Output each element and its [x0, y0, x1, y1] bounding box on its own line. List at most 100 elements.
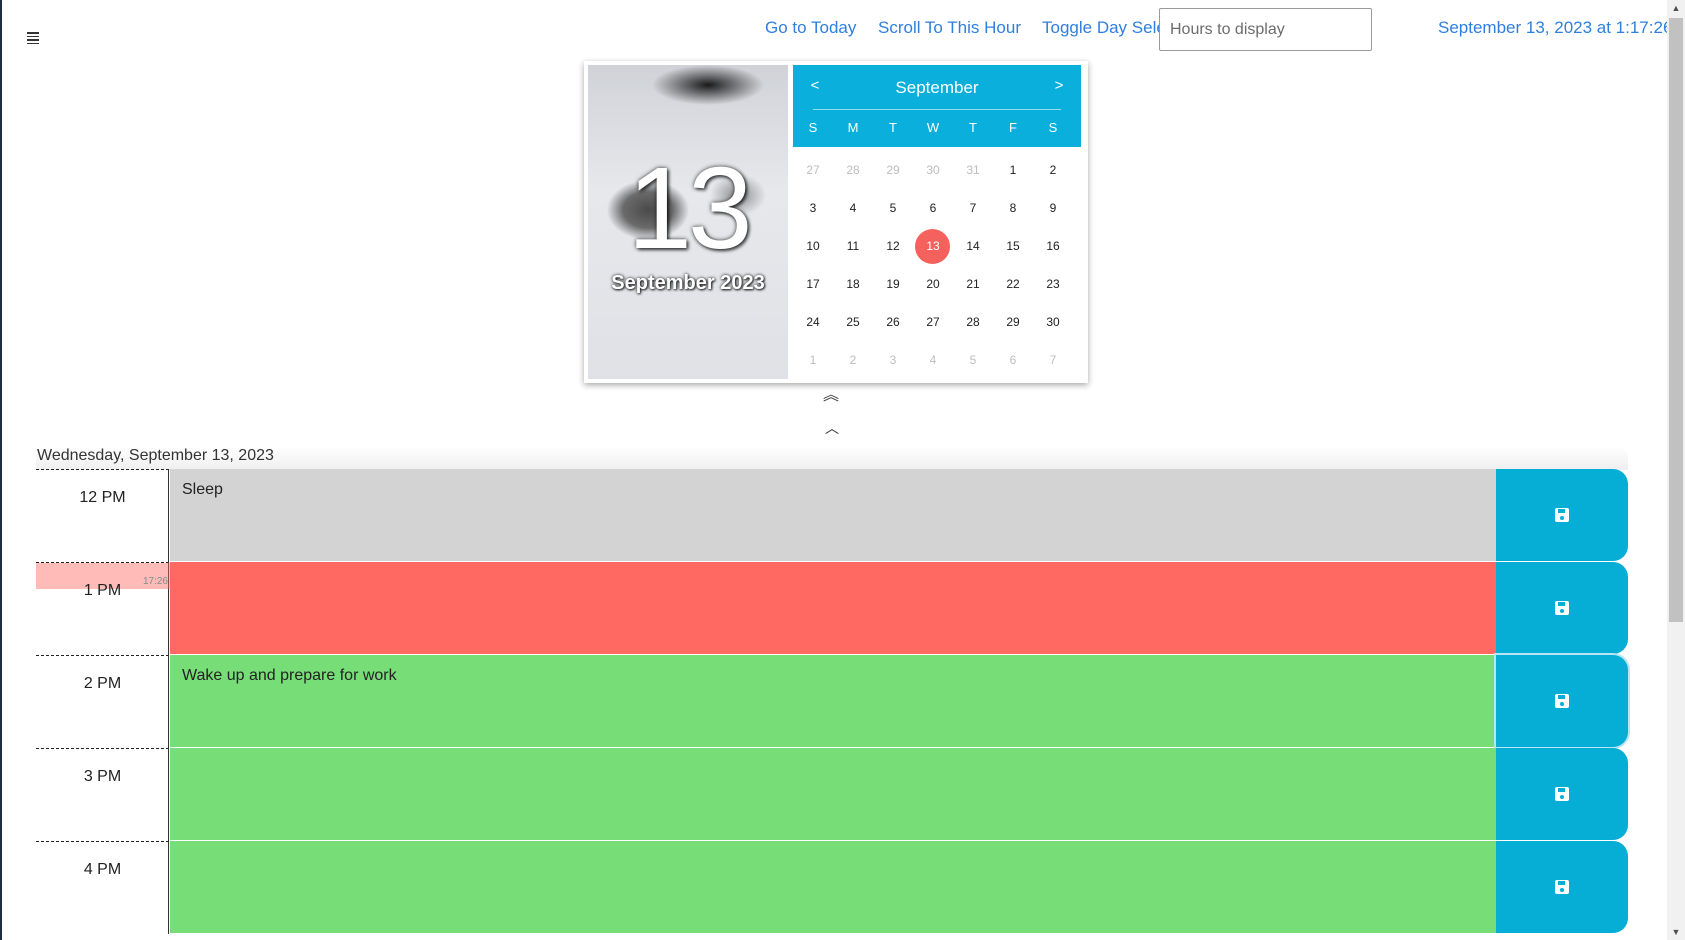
- weekday-label: M: [847, 120, 859, 135]
- scroll-up-arrow-icon[interactable]: ▲: [1667, 0, 1685, 16]
- calendar-day[interactable]: 22: [993, 265, 1033, 303]
- date-picker: 13 September 2023 < September > SMTWTFS …: [584, 61, 1088, 383]
- calendar-day[interactable]: 9: [1033, 189, 1073, 227]
- calendar-day-number: 30: [1046, 315, 1060, 329]
- hour-row: 4 PM: [36, 841, 1628, 934]
- weekday-label: F: [1009, 120, 1017, 135]
- chevron-up-icon[interactable]: ︿: [825, 418, 839, 438]
- date-photo: 13 September 2023: [588, 65, 788, 379]
- calendar-day[interactable]: 25: [833, 303, 873, 341]
- calendar-day[interactable]: 29: [873, 151, 913, 189]
- calendar-day[interactable]: 3: [793, 189, 833, 227]
- weekday-label: W: [926, 120, 940, 135]
- hamburger-menu-icon[interactable]: [27, 32, 39, 46]
- calendar-day-number: 1: [1009, 163, 1017, 177]
- calendar-day[interactable]: 26: [873, 303, 913, 341]
- calendar-day[interactable]: 12: [873, 227, 913, 265]
- calendar-day[interactable]: 15: [993, 227, 1033, 265]
- scroll-thumb[interactable]: [1669, 18, 1683, 622]
- calendar-day[interactable]: 18: [833, 265, 873, 303]
- floppy-disk-icon: [1555, 508, 1569, 522]
- calendar-day[interactable]: 8: [993, 189, 1033, 227]
- calendar-day[interactable]: 2: [833, 341, 873, 379]
- calendar-day[interactable]: 5: [873, 189, 913, 227]
- hour-label: 12 PM: [79, 489, 126, 506]
- calendar-day-number: 18: [846, 277, 860, 291]
- calendar-day[interactable]: 21: [953, 265, 993, 303]
- weekday-label: T: [889, 120, 897, 135]
- save-button[interactable]: [1496, 841, 1628, 933]
- calendar-day[interactable]: 27: [913, 303, 953, 341]
- calendar-day[interactable]: 30: [913, 151, 953, 189]
- save-button[interactable]: [1496, 562, 1628, 654]
- calendar-day-selected[interactable]: 13: [913, 227, 953, 265]
- save-button[interactable]: [1496, 748, 1628, 840]
- calendar-day-number: 21: [966, 277, 980, 291]
- calendar-day[interactable]: 1: [993, 151, 1033, 189]
- calendar-day[interactable]: 7: [953, 189, 993, 227]
- calendar-day[interactable]: 7: [1033, 341, 1073, 379]
- calendar-day[interactable]: 1: [793, 341, 833, 379]
- calendar-day[interactable]: 19: [873, 265, 913, 303]
- calendar-day[interactable]: 17: [793, 265, 833, 303]
- calendar-day[interactable]: 24: [793, 303, 833, 341]
- calendar-day-number: 4: [929, 353, 937, 367]
- scroll-to-hour-link[interactable]: Scroll To This Hour: [878, 18, 1021, 38]
- calendar-day[interactable]: 23: [1033, 265, 1073, 303]
- save-button[interactable]: [1496, 655, 1628, 747]
- double-chevron-up-icon[interactable]: ︽: [823, 388, 839, 404]
- hour-label: 2 PM: [83, 675, 122, 692]
- calendar-day[interactable]: 5: [953, 341, 993, 379]
- scroll-down-arrow-icon[interactable]: ▼: [1667, 924, 1685, 940]
- calendar-day-number: 9: [1049, 201, 1057, 215]
- hour-label: 1 PM: [83, 582, 122, 599]
- calendar-day[interactable]: 27: [793, 151, 833, 189]
- hour-row: 12 PM Sleep: [36, 469, 1628, 562]
- calendar-day[interactable]: 20: [913, 265, 953, 303]
- calendar-day-number: 6: [929, 201, 937, 215]
- calendar-day-number: 16: [1046, 239, 1060, 253]
- go-to-today-link[interactable]: Go to Today: [765, 18, 856, 38]
- calendar-month-title: September: [895, 78, 979, 97]
- calendar-day[interactable]: 16: [1033, 227, 1073, 265]
- task-input[interactable]: [170, 748, 1496, 840]
- scrollbar[interactable]: ▲ ▼: [1667, 0, 1685, 940]
- current-datetime-link[interactable]: September 13, 2023 at 1:17:26 PM: [1438, 18, 1685, 38]
- calendar-day-number: 8: [1009, 201, 1017, 215]
- calendar-day[interactable]: 6: [993, 341, 1033, 379]
- hour-label: 4 PM: [83, 861, 122, 878]
- calendar-day[interactable]: 2: [1033, 151, 1073, 189]
- calendar-day-number: 10: [806, 239, 820, 253]
- hour-label: 3 PM: [83, 768, 122, 785]
- calendar-day[interactable]: 14: [953, 227, 993, 265]
- calendar-day-number: 24: [806, 315, 820, 329]
- calendar-day[interactable]: 29: [993, 303, 1033, 341]
- weekday-label: S: [808, 120, 818, 135]
- calendar-day[interactable]: 30: [1033, 303, 1073, 341]
- calendar-day[interactable]: 6: [913, 189, 953, 227]
- save-button[interactable]: [1496, 469, 1628, 561]
- calendar-header: < September > SMTWTFS: [793, 65, 1081, 147]
- calendar-day-number: 14: [966, 239, 980, 253]
- task-input[interactable]: Sleep: [170, 469, 1496, 561]
- calendar-day-number: 29: [1006, 315, 1020, 329]
- day-title: Wednesday, September 13, 2023: [37, 447, 274, 464]
- calendar-day-number: 23: [1046, 277, 1060, 291]
- calendar-day[interactable]: 10: [793, 227, 833, 265]
- task-input[interactable]: [170, 841, 1496, 933]
- calendar-day[interactable]: 4: [913, 341, 953, 379]
- task-input[interactable]: Wake up and prepare for work: [170, 655, 1496, 747]
- calendar-day-number: 5: [969, 353, 977, 367]
- calendar-day[interactable]: 11: [833, 227, 873, 265]
- calendar-day[interactable]: 3: [873, 341, 913, 379]
- calendar-day[interactable]: 31: [953, 151, 993, 189]
- hours-to-display-input[interactable]: [1159, 8, 1372, 51]
- calendar-day-number: 11: [846, 239, 860, 253]
- calendar-day[interactable]: 28: [953, 303, 993, 341]
- floppy-disk-icon: [1555, 787, 1569, 801]
- calendar-day[interactable]: 4: [833, 189, 873, 227]
- calendar-day[interactable]: 28: [833, 151, 873, 189]
- next-month-button[interactable]: >: [1047, 77, 1071, 94]
- hour-cell: 4 PM: [36, 841, 169, 934]
- task-input[interactable]: [170, 562, 1496, 654]
